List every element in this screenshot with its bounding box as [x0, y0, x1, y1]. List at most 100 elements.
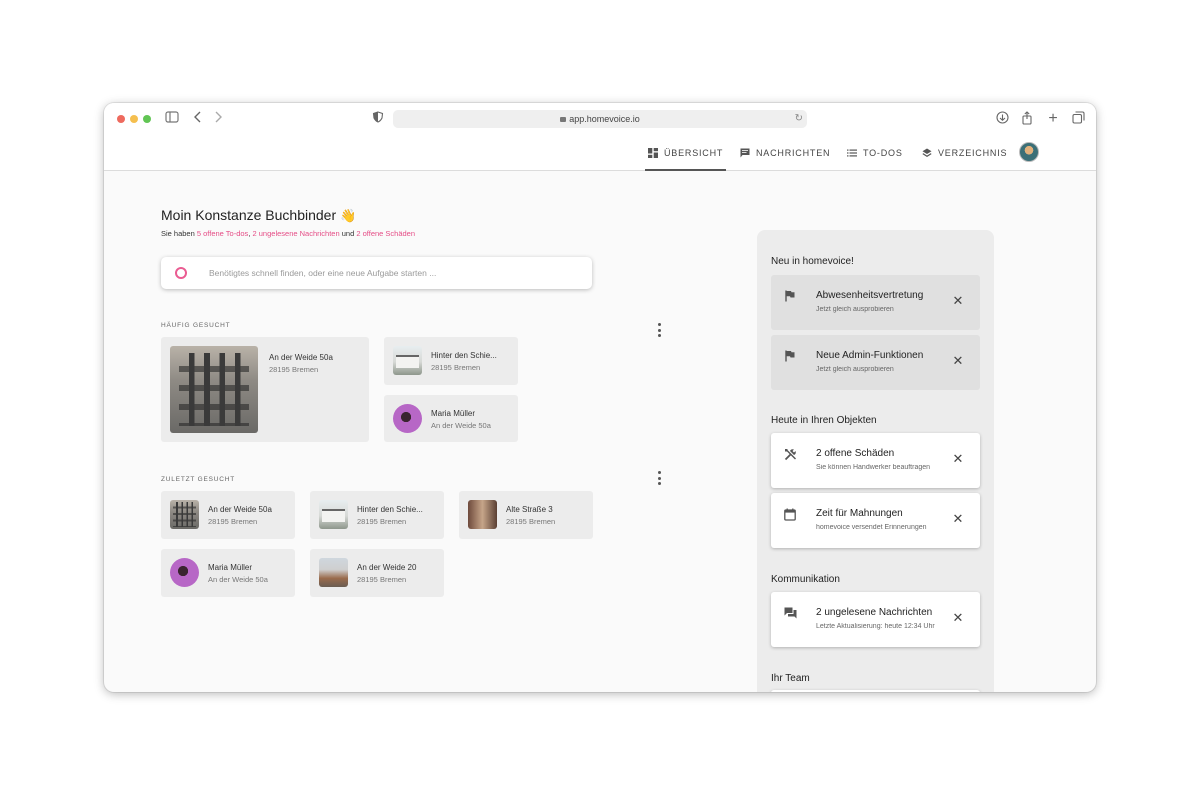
card-title: Hinter den Schie... [431, 351, 497, 360]
new-tab-icon[interactable]: + [1045, 111, 1061, 127]
greeting-heading: Moin Konstanze Buchbinder 👋 [161, 207, 356, 224]
building-photo [170, 346, 258, 433]
sidebar-toggle-icon[interactable] [164, 111, 180, 127]
open-todos-link[interactable]: 5 offene To-dos [197, 229, 248, 238]
privacy-shield-icon[interactable] [370, 111, 386, 127]
feature-card[interactable]: Abwesenheitsvertretung Jetzt gleich ausp… [771, 275, 980, 330]
minimize-window-button[interactable] [130, 115, 138, 123]
card-title: An der Weide 50a [269, 353, 333, 362]
recent-card-property[interactable]: Alte Straße 3 28195 Bremen [459, 491, 593, 539]
recent-card-property[interactable]: Hinter den Schie... 28195 Bremen [310, 491, 444, 539]
close-window-button[interactable] [117, 115, 125, 123]
card-title: Alte Straße 3 [506, 505, 553, 514]
greeting-text: Moin Konstanze Buchbinder [161, 207, 337, 223]
unread-messages-link[interactable]: 2 ungelesene Nachrichten [253, 229, 340, 238]
dashboard-icon [648, 148, 658, 158]
frequent-card-property[interactable]: Hinter den Schie... 28195 Bremen [384, 337, 518, 385]
frequent-section-label: HÄUFIG GESUCHT [161, 322, 231, 329]
close-icon[interactable]: ✕ [951, 512, 965, 526]
forward-icon[interactable] [210, 111, 226, 127]
card-title: Hinter den Schie... [357, 505, 423, 514]
open-damages-card[interactable]: 2 offene Schäden Sie können Handwerker b… [771, 433, 980, 488]
feature-card[interactable]: Neue Admin-Funktionen Jetzt gleich auspr… [771, 335, 980, 390]
address-bar[interactable]: app.homevoice.io ↻ [393, 110, 807, 128]
app-nav-bar: ÜBERSICHT NACHRICHTEN TO-DOS VERZEICHNIS [104, 135, 1096, 171]
card-subtitle: 28195 Bremen [269, 365, 319, 374]
close-icon[interactable]: ✕ [951, 452, 965, 466]
tab-nachrichten[interactable]: NACHRICHTEN [740, 135, 830, 171]
card-subtitle: Jetzt gleich ausprobieren [816, 306, 894, 313]
card-subtitle: 28195 Bremen [506, 517, 556, 526]
share-icon[interactable] [1019, 111, 1035, 127]
frequent-card-property[interactable]: An der Weide 50a 28195 Bremen [161, 337, 369, 442]
tab-overview-icon[interactable] [1070, 111, 1086, 127]
close-icon[interactable]: ✕ [951, 611, 965, 625]
user-avatar[interactable] [1019, 142, 1039, 162]
recent-card-property[interactable]: An der Weide 50a 28195 Bremen [161, 491, 295, 539]
card-title: Zeit für Mahnungen [816, 508, 903, 519]
person-avatar [393, 404, 422, 433]
close-icon[interactable]: ✕ [951, 294, 965, 308]
recent-section-label: ZULETZT GESUCHT [161, 476, 235, 483]
panel-today-title: Heute in Ihren Objekten [771, 415, 877, 426]
card-subtitle: Letzte Aktualisierung: heute 12:34 Uhr [816, 623, 935, 630]
unread-messages-card[interactable]: 2 ungelesene Nachrichten Letzte Aktualis… [771, 592, 980, 647]
card-subtitle: Sie können Handwerker beauftragen [816, 464, 931, 471]
card-subtitle: 28195 Bremen [357, 575, 407, 584]
summary-prefix: Sie haben [161, 229, 195, 238]
tab-uebersicht[interactable]: ÜBERSICHT [644, 135, 727, 171]
tab-verzeichnis-label: VERZEICHNIS [938, 148, 1008, 158]
person-avatar [170, 558, 199, 587]
tab-verzeichnis[interactable]: VERZEICHNIS [922, 135, 1007, 171]
search-input[interactable] [209, 265, 579, 281]
layers-icon [922, 148, 932, 158]
card-title: Maria Müller [431, 409, 476, 418]
card-title: 2 ungelesene Nachrichten [816, 607, 933, 618]
open-damages-link[interactable]: 2 offene Schäden [356, 229, 415, 238]
quick-search[interactable] [161, 257, 592, 289]
recent-card-person[interactable]: Maria Müller An der Weide 50a [161, 549, 295, 597]
tab-todos-label: TO-DOS [863, 148, 903, 158]
card-subtitle: 28195 Bremen [357, 517, 407, 526]
panel-team-title: Ihr Team [771, 673, 810, 684]
card-title: Maria Müller [208, 563, 253, 572]
chat-icon [783, 607, 797, 621]
recent-more-icon[interactable] [657, 471, 661, 485]
card-subtitle: 28195 Bremen [208, 517, 258, 526]
back-icon[interactable] [190, 111, 206, 127]
calendar-icon [783, 508, 797, 522]
building-photo [170, 500, 199, 529]
card-subtitle: An der Weide 50a [431, 421, 491, 430]
team-card[interactable] [771, 690, 980, 692]
browser-titlebar: app.homevoice.io ↻ + [104, 103, 1096, 135]
flag-icon [783, 290, 797, 304]
reminders-card[interactable]: Zeit für Mahnungen homevoice versendet E… [771, 493, 980, 548]
list-icon [847, 148, 857, 158]
building-photo [319, 558, 348, 587]
card-title: Abwesenheitsvertretung [816, 290, 924, 301]
download-icon[interactable] [994, 111, 1010, 127]
zoom-window-button[interactable] [143, 115, 151, 123]
tab-todos[interactable]: TO-DOS [847, 135, 903, 171]
frequent-more-icon[interactable] [657, 323, 661, 337]
flag-icon [783, 350, 797, 364]
card-subtitle: Jetzt gleich ausprobieren [816, 366, 894, 373]
browser-window: app.homevoice.io ↻ + ÜBERSICHT NACHRICHT… [104, 103, 1096, 692]
card-title: Neue Admin-Funktionen [816, 350, 924, 361]
reload-icon[interactable]: ↻ [795, 110, 803, 128]
panel-comm-title: Kommunikation [771, 574, 840, 585]
summary-comma: , [248, 229, 251, 238]
card-subtitle: An der Weide 50a [208, 575, 268, 584]
tools-icon [783, 448, 797, 462]
summary-and: und [341, 229, 355, 238]
card-title: An der Weide 20 [357, 563, 417, 572]
right-panel: Neu in homevoice! Abwesenheitsvertretung… [757, 230, 994, 692]
recent-card-property[interactable]: An der Weide 20 28195 Bremen [310, 549, 444, 597]
panel-new-title: Neu in homevoice! [771, 256, 854, 267]
card-title: 2 offene Schäden [816, 448, 895, 459]
frequent-card-person[interactable]: Maria Müller An der Weide 50a [384, 395, 518, 442]
card-subtitle: homevoice versendet Erinnerungen [816, 524, 927, 531]
close-icon[interactable]: ✕ [951, 354, 965, 368]
building-photo [393, 346, 422, 375]
address-url: app.homevoice.io [569, 114, 640, 124]
